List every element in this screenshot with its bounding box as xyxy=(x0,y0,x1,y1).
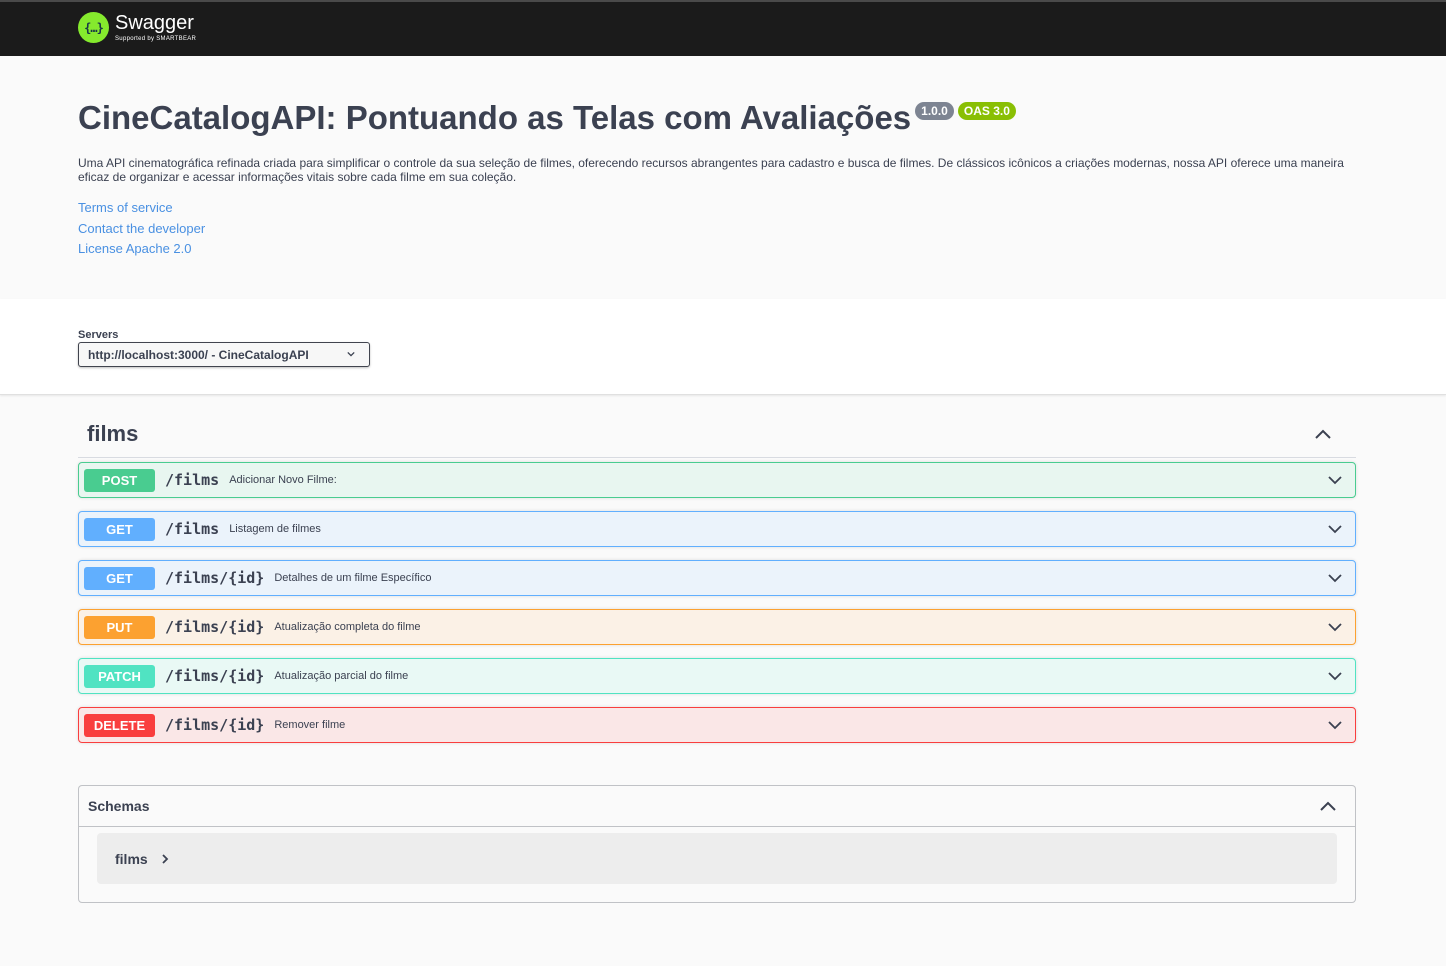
operation-summary: Detalhes de um filme Específico xyxy=(274,572,432,584)
chevron-down-icon[interactable] xyxy=(1328,522,1342,536)
terms-of-service-link[interactable]: Terms of service xyxy=(78,198,1358,219)
operation-path: /films/{id} xyxy=(165,569,265,587)
logo-text: Swagger Supported by SMARTBEAR xyxy=(115,12,196,43)
operation-path: /films/{id} xyxy=(165,618,265,636)
operation-summary: Listagem de filmes xyxy=(229,523,321,535)
method-badge: PUT xyxy=(84,615,155,639)
license-link[interactable]: License Apache 2.0 xyxy=(78,239,1358,260)
oas-badge: OAS 3.0 xyxy=(957,102,1016,120)
schemas-section: Schemas films xyxy=(78,785,1356,903)
method-badge: GET xyxy=(84,517,155,541)
method-badge: POST xyxy=(84,468,155,492)
contact-developer-link[interactable]: Contact the developer xyxy=(78,219,1358,240)
chevron-down-icon[interactable] xyxy=(1328,669,1342,683)
operation-summary: Adicionar Novo Filme: xyxy=(229,474,337,486)
info-links: Terms of service Contact the developer L… xyxy=(78,198,1358,260)
method-badge: GET xyxy=(84,566,155,590)
servers-select[interactable]: http://localhost:3000/ - CineCatalogAPI xyxy=(78,342,370,367)
method-badge: DELETE xyxy=(84,713,155,737)
operation-path: /films/{id} xyxy=(165,716,265,734)
operation-path: /films/{id} xyxy=(165,667,265,685)
operation-delete-film[interactable]: DELETE /films/{id} Remover filme xyxy=(78,707,1356,743)
operation-summary: Remover filme xyxy=(274,719,346,731)
schema-item-films[interactable]: films xyxy=(97,833,1337,884)
tag-section-films: films POST /films Adicionar Novo Filme: … xyxy=(78,411,1356,743)
logo-name: Swagger xyxy=(115,12,194,34)
logo-subtitle: Supported by SMARTBEAR xyxy=(115,36,197,42)
version-badge: 1.0.0 xyxy=(915,102,954,120)
operation-summary: Atualização parcial do filme xyxy=(274,670,409,682)
schemas-header[interactable]: Schemas xyxy=(79,786,1355,827)
schema-name: films xyxy=(115,850,148,867)
operation-put-film[interactable]: PUT /films/{id} Atualização completa do … xyxy=(78,609,1356,645)
chevron-up-icon[interactable] xyxy=(1319,800,1337,812)
api-description: Uma API cinematográfica refinada criada … xyxy=(78,156,1344,184)
operation-patch-film[interactable]: PATCH /films/{id} Atualização parcial do… xyxy=(78,658,1356,694)
operation-get-films[interactable]: GET /films Listagem de filmes xyxy=(78,511,1356,547)
swagger-logo[interactable]: {…} Swagger Supported by SMARTBEAR xyxy=(78,12,196,43)
tag-header[interactable]: films xyxy=(78,411,1356,458)
chevron-down-icon xyxy=(347,351,355,357)
operation-path: /films xyxy=(165,520,220,538)
api-info: CineCatalogAPI: Pontuando as Telas com A… xyxy=(78,98,1358,260)
operation-path: /films xyxy=(165,471,220,489)
operation-post-films[interactable]: POST /films Adicionar Novo Filme: xyxy=(78,462,1356,498)
api-title: CineCatalogAPI: Pontuando as Telas com A… xyxy=(78,99,912,136)
swagger-logo-icon: {…} xyxy=(78,12,109,43)
chevron-right-icon xyxy=(162,853,168,864)
chevron-down-icon[interactable] xyxy=(1328,620,1342,634)
chevron-up-icon[interactable] xyxy=(1314,428,1332,440)
operation-summary: Atualização completa do filme xyxy=(274,621,421,633)
title-row: CineCatalogAPI: Pontuando as Telas com A… xyxy=(78,98,1358,138)
top-bar: {…} Swagger Supported by SMARTBEAR xyxy=(0,0,1446,56)
chevron-down-icon[interactable] xyxy=(1328,473,1342,487)
chevron-down-icon[interactable] xyxy=(1328,718,1342,732)
chevron-down-icon[interactable] xyxy=(1328,571,1342,585)
operation-get-film-by-id[interactable]: GET /films/{id} Detalhes de um filme Esp… xyxy=(78,560,1356,596)
servers-selected-value: http://localhost:3000/ - CineCatalogAPI xyxy=(88,347,309,362)
method-badge: PATCH xyxy=(84,664,155,688)
servers-section: Servers http://localhost:3000/ - CineCat… xyxy=(0,299,1446,395)
servers-label: Servers xyxy=(78,329,119,341)
tag-name: films xyxy=(87,421,139,446)
schemas-title: Schemas xyxy=(88,798,150,814)
